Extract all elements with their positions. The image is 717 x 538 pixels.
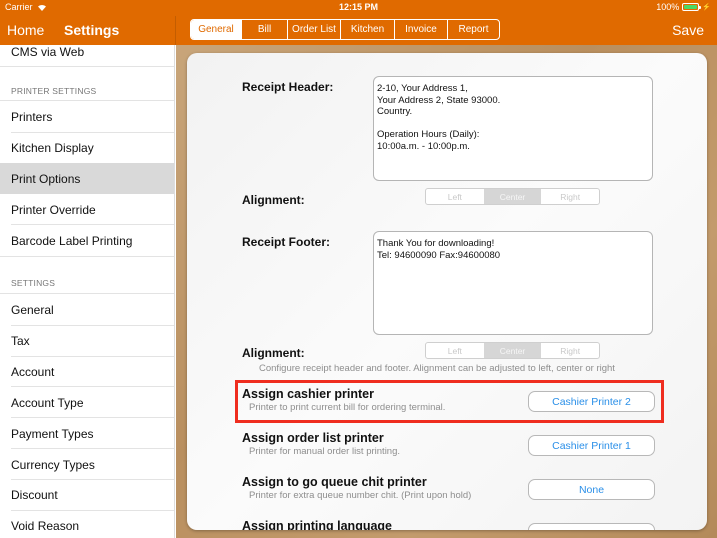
order-list-printer-select[interactable]: Cashier Printer 1: [528, 435, 655, 456]
sidebar-item-printers[interactable]: Printers: [0, 101, 174, 132]
separator: [0, 66, 174, 67]
footer-alignment-label: Alignment:: [242, 346, 305, 360]
cashier-printer-title: Assign cashier printer: [242, 387, 374, 401]
footer-align-right[interactable]: Right: [541, 343, 599, 358]
queue-chit-printer-title: Assign to go queue chit printer: [242, 475, 427, 489]
sidebar-item-printer-override[interactable]: Printer Override: [0, 194, 174, 225]
battery-icon: [682, 3, 702, 11]
printing-language-select[interactable]: [528, 523, 655, 530]
order-list-printer-subtitle: Printer for manual order list printing.: [249, 446, 401, 457]
cashier-printer-select[interactable]: Cashier Printer 2: [528, 391, 655, 412]
header-alignment-control: Left Center Right: [425, 188, 600, 205]
printing-language-title: Assign printing language: [242, 519, 393, 530]
sidebar-item-payment-types[interactable]: Payment Types: [0, 418, 174, 449]
home-button[interactable]: Home: [7, 22, 44, 38]
sidebar-item-barcode-label-printing[interactable]: Barcode Label Printing: [0, 225, 174, 256]
queue-chit-printer-select[interactable]: None: [528, 479, 655, 500]
receipt-header-input[interactable]: 2-10, Your Address 1, Your Address 2, St…: [373, 76, 653, 181]
receipt-footer-input[interactable]: Thank You for downloading! Tel: 94600090…: [373, 231, 653, 335]
tab-invoice[interactable]: Invoice: [394, 20, 447, 39]
tab-order-list[interactable]: Order List: [287, 20, 340, 39]
sidebar-item-general[interactable]: General: [0, 294, 174, 325]
page-title: Settings: [64, 22, 120, 38]
top-bar: Carrier 12:15 PM 100% ⚡ Home Settings Ge…: [0, 0, 717, 45]
sidebar-item-account[interactable]: Account: [0, 356, 174, 387]
save-button[interactable]: Save: [672, 22, 704, 38]
alignment-help-text: Configure receipt header and footer. Ali…: [259, 363, 615, 374]
cashier-printer-subtitle: Printer to print current bill for orderi…: [249, 402, 446, 413]
sidebar-item-kitchen-display[interactable]: Kitchen Display: [0, 132, 174, 163]
charging-icon: ⚡: [702, 4, 711, 11]
order-list-printer-title: Assign order list printer: [242, 431, 384, 445]
print-options-panel[interactable]: Receipt Header: 2-10, Your Address 1, Yo…: [187, 53, 707, 530]
footer-alignment-control: Left Center Right: [425, 342, 600, 359]
status-time: 12:15 PM: [338, 2, 379, 12]
tab-general[interactable]: General: [191, 20, 241, 39]
footer-align-center[interactable]: Center: [483, 343, 542, 358]
settings-tabs: General Bill Order List Kitchen Invoice …: [190, 19, 500, 40]
sidebar-item-discount[interactable]: Discount: [0, 479, 174, 510]
footer-align-left[interactable]: Left: [426, 343, 484, 358]
receipt-header-label: Receipt Header:: [242, 80, 334, 94]
battery-percent: 100%: [656, 2, 680, 12]
sidebar-item-currency-types[interactable]: Currency Types: [0, 449, 174, 480]
split-divider: [175, 16, 176, 45]
section-header-settings: SETTINGS: [11, 278, 56, 288]
sidebar-item-print-options[interactable]: Print Options: [0, 163, 174, 194]
sidebar-item-cms-via-web[interactable]: CMS via Web: [0, 45, 174, 67]
section-header-printer-settings: PRINTER SETTINGS: [11, 86, 97, 96]
header-align-right[interactable]: Right: [541, 189, 599, 204]
sidebar-item-account-type[interactable]: Account Type: [0, 387, 174, 418]
sidebar-item-tax[interactable]: Tax: [0, 325, 174, 356]
tab-report[interactable]: Report: [447, 20, 499, 39]
status-battery: 100% ⚡: [656, 2, 711, 12]
sidebar-item-void-reason[interactable]: Void Reason: [0, 510, 174, 538]
tab-kitchen[interactable]: Kitchen: [340, 20, 394, 39]
receipt-footer-label: Receipt Footer:: [242, 235, 331, 249]
tab-bill[interactable]: Bill: [241, 20, 287, 39]
queue-chit-printer-subtitle: Printer for extra queue number chit. (Pr…: [249, 490, 472, 501]
separator: [0, 256, 174, 257]
header-align-center[interactable]: Center: [483, 189, 542, 204]
header-align-left[interactable]: Left: [426, 189, 484, 204]
sidebar[interactable]: CMS via Web PRINTER SETTINGS Printers Ki…: [0, 45, 175, 538]
header-alignment-label: Alignment:: [242, 193, 305, 207]
